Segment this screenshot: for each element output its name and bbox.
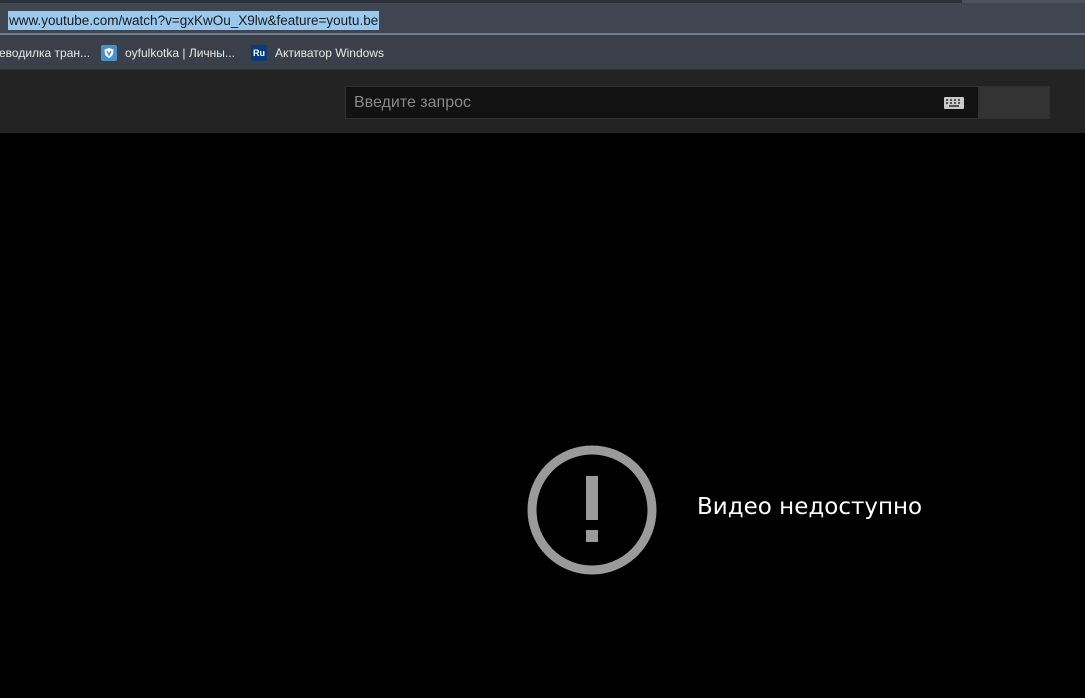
- alert-circle-icon: [527, 445, 657, 575]
- search-input[interactable]: [346, 87, 936, 118]
- address-bar[interactable]: www.youtube.com/watch?v=gxKwOu_X9lw&feat…: [0, 0, 1085, 35]
- search-button[interactable]: [979, 86, 1050, 119]
- bookmark-label: oyfulkotka | Личны...: [125, 46, 235, 60]
- bookmark-item-windows-activator[interactable]: Ru Активатор Windows: [251, 44, 384, 62]
- url-text[interactable]: www.youtube.com/watch?v=gxKwOu_X9lw&feat…: [8, 11, 380, 30]
- youtube-masthead: [0, 70, 1085, 133]
- search-box: [345, 86, 979, 119]
- shield-icon: [101, 45, 117, 61]
- ru-icon: Ru: [251, 45, 267, 61]
- bookmark-label: Активатор Windows: [275, 46, 384, 60]
- tab-strip: [0, 0, 962, 3]
- video-unavailable-message: Видео недоступно: [697, 494, 923, 520]
- bookmark-item-oyfulkotka[interactable]: oyfulkotka | Личны...: [101, 44, 235, 62]
- bookmark-item-transit[interactable]: еводилка тран...: [0, 44, 90, 62]
- tab-strip-end: [962, 0, 1085, 3]
- bookmark-label: еводилка тран...: [0, 46, 91, 60]
- video-player[interactable]: Видео недоступно: [0, 133, 1085, 698]
- browser-window: www.youtube.com/watch?v=gxKwOu_X9lw&feat…: [0, 0, 1085, 698]
- bookmarks-bar: еводилка тран... oyfulkotka | Личны... R…: [0, 35, 1085, 70]
- keyboard-icon[interactable]: [944, 97, 964, 109]
